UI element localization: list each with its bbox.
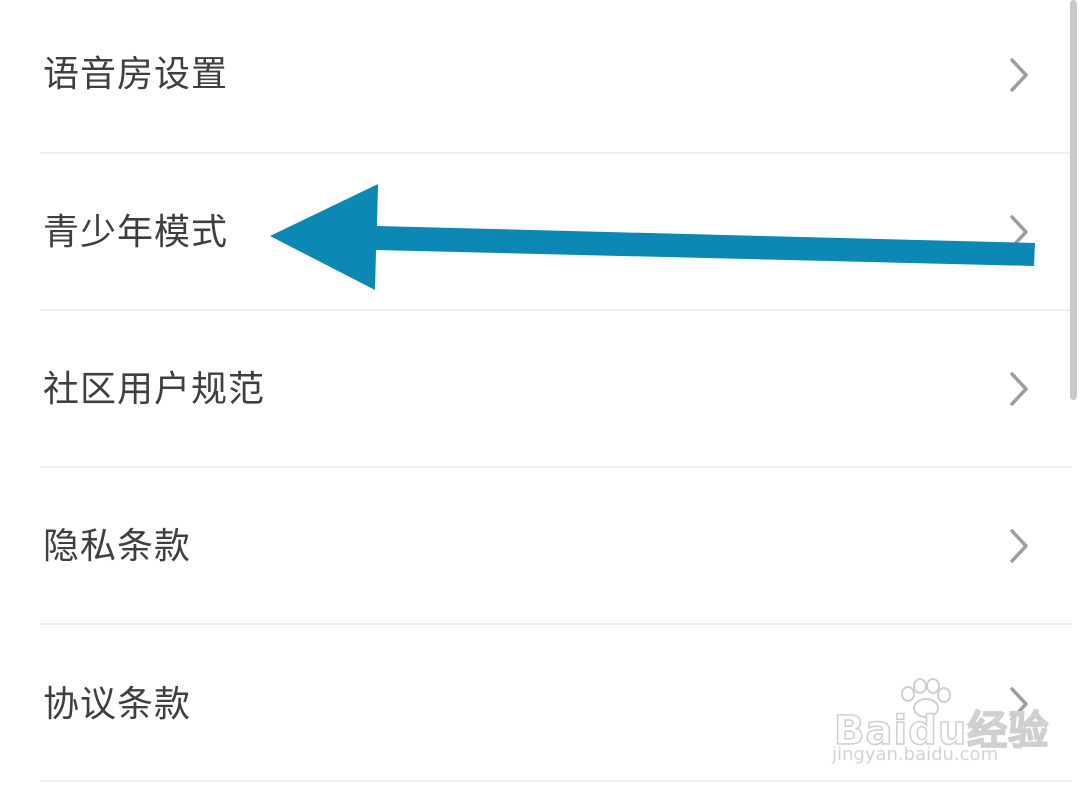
divider	[40, 780, 1072, 782]
settings-item-agreement-terms[interactable]: 协议条款	[0, 625, 1072, 782]
settings-item-community-rules[interactable]: 社区用户规范	[0, 311, 1072, 468]
settings-item-label: 隐私条款	[43, 526, 192, 567]
settings-item-label: 协议条款	[43, 684, 192, 725]
settings-item-privacy-terms[interactable]: 隐私条款	[0, 468, 1072, 625]
settings-item-label: 语音房设置	[43, 54, 229, 95]
settings-item-voice-room[interactable]: 语音房设置	[0, 0, 1072, 157]
chevron-right-icon	[1004, 684, 1034, 724]
settings-item-teen-mode[interactable]: 青少年模式	[0, 154, 1072, 311]
chevron-right-icon	[1004, 55, 1034, 95]
settings-screen: 语音房设置 青少年模式 社区用户规范 隐私条款 协议条款 Baidu经验 jin…	[0, 0, 1085, 794]
settings-item-label: 青少年模式	[43, 212, 229, 253]
chevron-right-icon	[1004, 526, 1034, 566]
chevron-right-icon	[1004, 369, 1034, 409]
scrollbar[interactable]	[1070, 0, 1077, 400]
chevron-right-icon	[1004, 212, 1034, 252]
settings-item-label: 社区用户规范	[43, 369, 266, 410]
